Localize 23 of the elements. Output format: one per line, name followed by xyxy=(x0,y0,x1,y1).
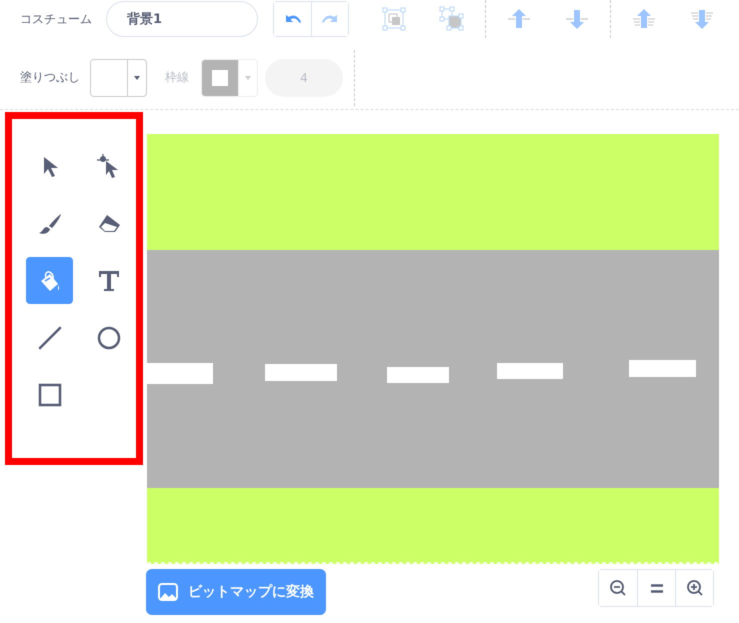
line-icon xyxy=(36,324,62,350)
dropdown-icon xyxy=(245,76,251,80)
image-icon xyxy=(158,583,178,601)
zoom-in-button[interactable] xyxy=(675,570,713,606)
fill-label: 塗りつぶし xyxy=(20,69,80,86)
undo-icon xyxy=(284,13,302,25)
outline-label: 枠線 xyxy=(165,69,189,86)
equals-icon xyxy=(650,584,662,592)
group-icon xyxy=(381,6,407,32)
outline-swatch-icon xyxy=(212,70,228,86)
convert-to-bitmap-button[interactable]: ビットマップに変換 xyxy=(146,569,326,615)
zoom-out-icon xyxy=(609,579,627,597)
outline-color-picker[interactable] xyxy=(201,58,258,96)
redo-icon xyxy=(321,13,339,25)
costume-label: コスチューム xyxy=(20,10,92,28)
costume-name-field[interactable]: 背景1 xyxy=(106,1,258,37)
ungroup-icon xyxy=(439,6,465,32)
fill-color-picker[interactable] xyxy=(90,58,147,96)
circle-icon xyxy=(96,324,122,350)
zoom-in-icon xyxy=(686,579,704,597)
square-icon xyxy=(36,382,62,408)
fill-tool[interactable] xyxy=(26,257,73,304)
dropdown-icon xyxy=(134,76,140,80)
